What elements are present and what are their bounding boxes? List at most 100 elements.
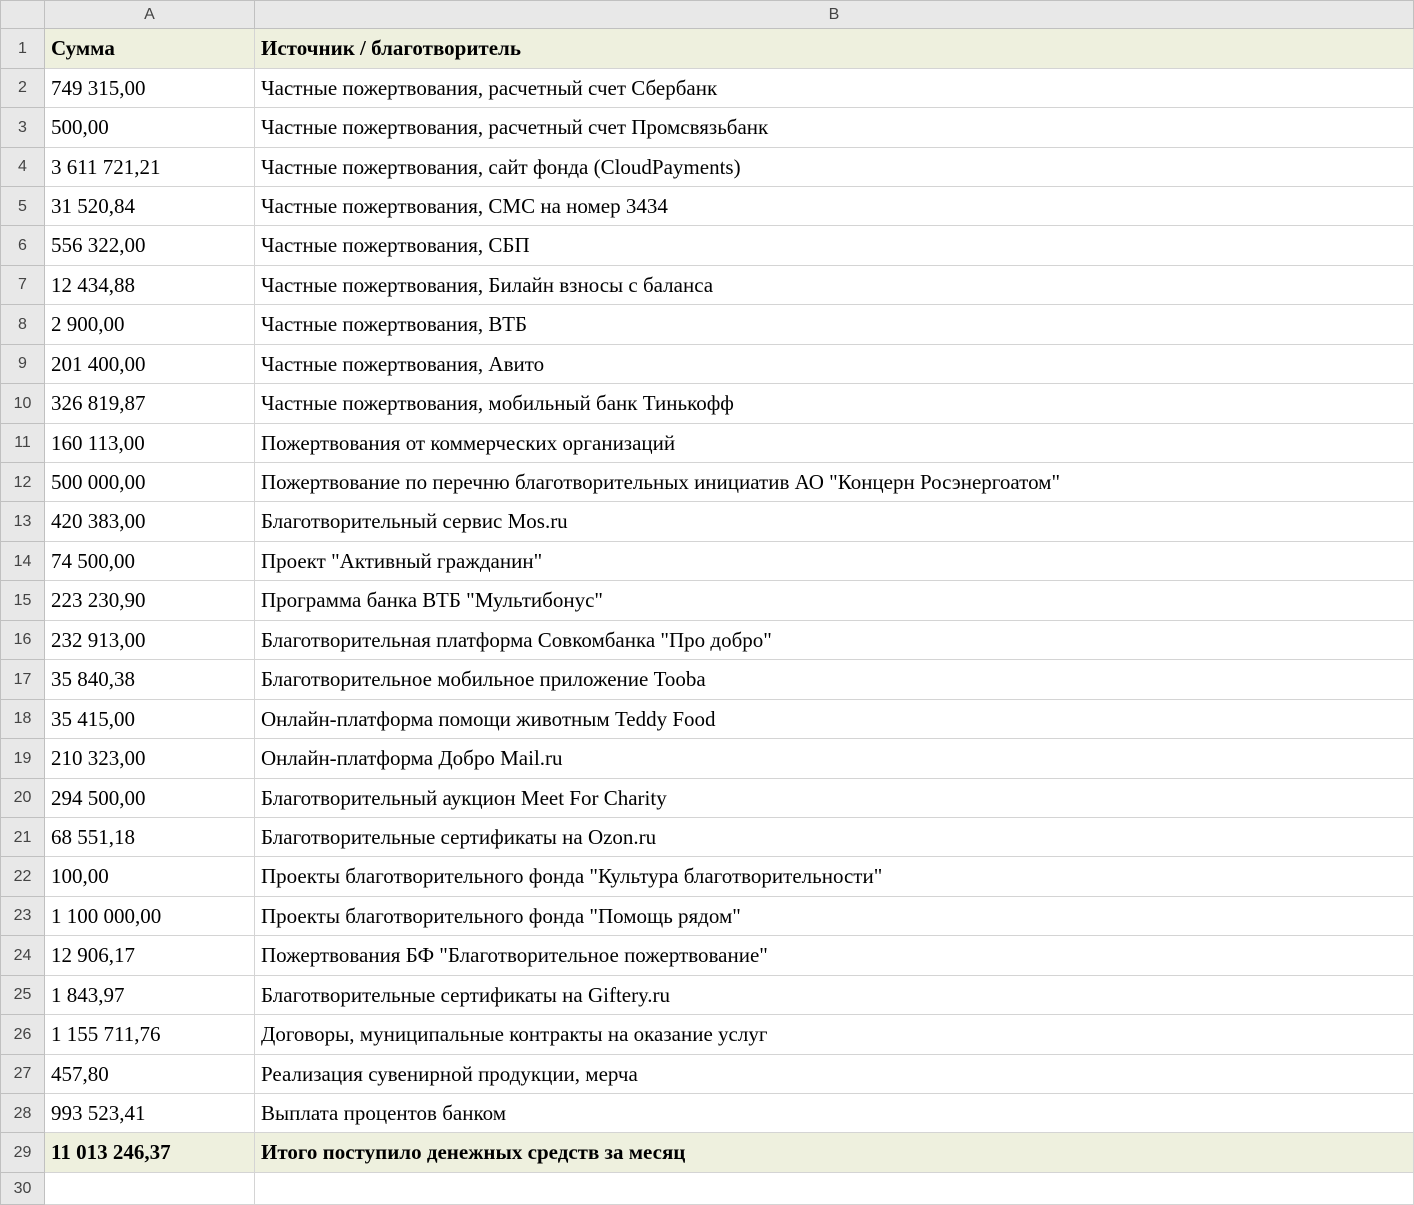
source-cell[interactable]: Благотворительный сервис Mos.ru	[255, 502, 1414, 541]
row-header[interactable]: 7	[1, 265, 45, 304]
row-header[interactable]: 30	[1, 1172, 45, 1204]
source-cell[interactable]: Пожертвования БФ "Благотворительное поже…	[255, 936, 1414, 975]
row-header[interactable]: 24	[1, 936, 45, 975]
source-cell[interactable]: Проект "Активный гражданин"	[255, 541, 1414, 580]
source-cell[interactable]: Пожертвования от коммерческих организаци…	[255, 423, 1414, 462]
source-cell[interactable]: Благотворительный аукцион Meet For Chari…	[255, 778, 1414, 817]
table-row: 11160 113,00Пожертвования от коммерчески…	[1, 423, 1414, 462]
row-header[interactable]: 2	[1, 68, 45, 107]
source-cell[interactable]: Благотворительная платформа Совкомбанка …	[255, 620, 1414, 659]
row-header[interactable]: 4	[1, 147, 45, 186]
corner-cell[interactable]	[1, 1, 45, 29]
row-header[interactable]: 16	[1, 620, 45, 659]
amount-cell[interactable]: 35 415,00	[45, 699, 255, 738]
source-cell[interactable]: Частные пожертвования, сайт фонда (Cloud…	[255, 147, 1414, 186]
amount-cell[interactable]: 326 819,87	[45, 384, 255, 423]
amount-cell[interactable]: 2 900,00	[45, 305, 255, 344]
source-cell[interactable]: Частные пожертвования, Авито	[255, 344, 1414, 383]
source-cell[interactable]: Благотворительное мобильное приложение T…	[255, 660, 1414, 699]
amount-cell[interactable]: 3 611 721,21	[45, 147, 255, 186]
source-cell[interactable]: Частные пожертвования, СБП	[255, 226, 1414, 265]
amount-cell[interactable]: 749 315,00	[45, 68, 255, 107]
amount-cell[interactable]: 500,00	[45, 108, 255, 147]
row-header[interactable]: 29	[1, 1133, 45, 1172]
table-row: 10326 819,87Частные пожертвования, мобил…	[1, 384, 1414, 423]
row-header[interactable]: 19	[1, 739, 45, 778]
row-header[interactable]: 20	[1, 778, 45, 817]
col-header-a[interactable]: A	[45, 1, 255, 29]
empty-cell[interactable]	[255, 1172, 1414, 1204]
row-header[interactable]: 25	[1, 975, 45, 1014]
source-cell[interactable]: Частные пожертвования, Билайн взносы с б…	[255, 265, 1414, 304]
amount-cell[interactable]: 210 323,00	[45, 739, 255, 778]
table-row: 2168 551,18Благотворительные сертификаты…	[1, 817, 1414, 856]
source-cell[interactable]: Онлайн-платформа помощи животным Teddy F…	[255, 699, 1414, 738]
source-cell[interactable]: Онлайн-платформа Добро Mail.ru	[255, 739, 1414, 778]
row-header[interactable]: 14	[1, 541, 45, 580]
header-source[interactable]: Источник / благотворитель	[255, 29, 1414, 68]
amount-cell[interactable]: 993 523,41	[45, 1094, 255, 1133]
header-amount[interactable]: Сумма	[45, 29, 255, 68]
row-header[interactable]: 26	[1, 1015, 45, 1054]
amount-cell[interactable]: 232 913,00	[45, 620, 255, 659]
row-header[interactable]: 23	[1, 896, 45, 935]
row-header[interactable]: 28	[1, 1094, 45, 1133]
source-cell[interactable]: Благотворительные сертификаты на Ozon.ru	[255, 817, 1414, 856]
amount-cell[interactable]: 201 400,00	[45, 344, 255, 383]
amount-cell[interactable]: 294 500,00	[45, 778, 255, 817]
source-cell[interactable]: Выплата процентов банком	[255, 1094, 1414, 1133]
row-header[interactable]: 10	[1, 384, 45, 423]
total-amount[interactable]: 11 013 246,37	[45, 1133, 255, 1172]
row-header[interactable]: 9	[1, 344, 45, 383]
row-header[interactable]: 12	[1, 463, 45, 502]
source-cell[interactable]: Частные пожертвования, мобильный банк Ти…	[255, 384, 1414, 423]
amount-cell[interactable]: 160 113,00	[45, 423, 255, 462]
amount-cell[interactable]: 68 551,18	[45, 817, 255, 856]
amount-cell[interactable]: 420 383,00	[45, 502, 255, 541]
row-header[interactable]: 27	[1, 1054, 45, 1093]
source-cell[interactable]: Благотворительные сертификаты на Giftery…	[255, 975, 1414, 1014]
source-cell[interactable]: Частные пожертвования, расчетный счет Сб…	[255, 68, 1414, 107]
source-cell[interactable]: Частные пожертвования, ВТБ	[255, 305, 1414, 344]
row-header[interactable]: 22	[1, 857, 45, 896]
total-label[interactable]: Итого поступило денежных средств за меся…	[255, 1133, 1414, 1172]
amount-cell[interactable]: 100,00	[45, 857, 255, 896]
source-cell[interactable]: Договоры, муниципальные контракты на ока…	[255, 1015, 1414, 1054]
row-header[interactable]: 21	[1, 817, 45, 856]
row-header[interactable]: 17	[1, 660, 45, 699]
amount-cell[interactable]: 74 500,00	[45, 541, 255, 580]
amount-cell[interactable]: 457,80	[45, 1054, 255, 1093]
amount-cell[interactable]: 223 230,90	[45, 581, 255, 620]
row-header[interactable]: 6	[1, 226, 45, 265]
empty-cell[interactable]	[45, 1172, 255, 1204]
table-row: 712 434,88Частные пожертвования, Билайн …	[1, 265, 1414, 304]
table-row: 1835 415,00Онлайн-платформа помощи живот…	[1, 699, 1414, 738]
row-header[interactable]: 1	[1, 29, 45, 68]
row-header[interactable]: 5	[1, 186, 45, 225]
amount-cell[interactable]: 35 840,38	[45, 660, 255, 699]
amount-cell[interactable]: 1 155 711,76	[45, 1015, 255, 1054]
row-header[interactable]: 18	[1, 699, 45, 738]
row-header[interactable]: 13	[1, 502, 45, 541]
amount-cell[interactable]: 12 906,17	[45, 936, 255, 975]
row-header[interactable]: 8	[1, 305, 45, 344]
row-header[interactable]: 3	[1, 108, 45, 147]
source-cell[interactable]: Проекты благотворительного фонда "Помощь…	[255, 896, 1414, 935]
source-cell[interactable]: Проекты благотворительного фонда "Культу…	[255, 857, 1414, 896]
source-cell[interactable]: Частные пожертвования, расчетный счет Пр…	[255, 108, 1414, 147]
amount-cell[interactable]: 1 843,97	[45, 975, 255, 1014]
total-row: 29 11 013 246,37 Итого поступило денежны…	[1, 1133, 1414, 1172]
source-cell[interactable]: Реализация сувенирной продукции, мерча	[255, 1054, 1414, 1093]
amount-cell[interactable]: 12 434,88	[45, 265, 255, 304]
amount-cell[interactable]: 500 000,00	[45, 463, 255, 502]
source-cell[interactable]: Программа банка ВТБ "Мультибонус"	[255, 581, 1414, 620]
row-header[interactable]: 15	[1, 581, 45, 620]
amount-cell[interactable]: 1 100 000,00	[45, 896, 255, 935]
amount-cell[interactable]: 31 520,84	[45, 186, 255, 225]
col-header-b[interactable]: B	[255, 1, 1414, 29]
row-header[interactable]: 11	[1, 423, 45, 462]
source-cell[interactable]: Частные пожертвования, СМС на номер 3434	[255, 186, 1414, 225]
header-row: 1 Сумма Источник / благотворитель	[1, 29, 1414, 68]
source-cell[interactable]: Пожертвование по перечню благотворительн…	[255, 463, 1414, 502]
amount-cell[interactable]: 556 322,00	[45, 226, 255, 265]
